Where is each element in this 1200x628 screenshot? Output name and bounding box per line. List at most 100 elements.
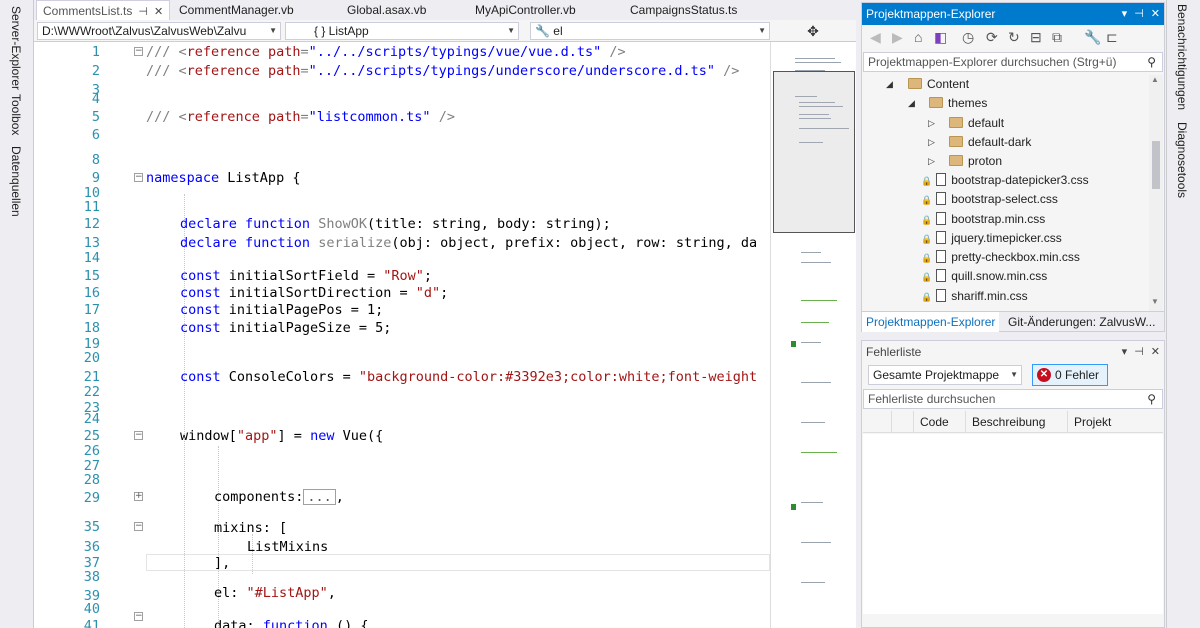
tree-item-file[interactable]: 🔒 quill.snow.min.css (921, 267, 1047, 286)
minimap-viewport[interactable] (773, 71, 855, 233)
vs-icon[interactable]: ◧ (934, 29, 947, 46)
member-combo-value: el (553, 24, 563, 38)
notifications-tab[interactable]: Benachrichtigungen (1175, 4, 1189, 110)
error-scope-select[interactable]: Gesamte Projektmappe ▼ (868, 365, 1022, 385)
code-editor[interactable]: − − − + − − 1 2 3 4 5 6 8 9 10 11 12 13 … (34, 42, 770, 628)
diagnostic-tools-tab[interactable]: Diagnosetools (1175, 122, 1189, 198)
namespace-name: ListApp (227, 170, 285, 186)
line-number: 8 (91, 152, 100, 168)
tree-item-default[interactable]: ▷ default (928, 114, 1004, 133)
column-code[interactable]: Code (913, 411, 965, 433)
scroll-up-icon[interactable]: ▲ (1151, 75, 1159, 84)
line-number: 4 (91, 91, 100, 107)
fold-toggle[interactable]: − (134, 431, 143, 440)
close-icon[interactable]: ✕ (1151, 8, 1160, 20)
folder-icon (949, 117, 963, 128)
fold-toggle[interactable]: − (134, 522, 143, 531)
sync-icon[interactable]: ⟳ (986, 29, 998, 46)
pin-icon[interactable]: ⊣ (1134, 346, 1144, 358)
expand-icon[interactable]: ◢ (886, 75, 893, 94)
scope-combo[interactable]: { } ListApp ▼ (285, 22, 519, 40)
tree-item-file[interactable]: 🔒 jquery.timepicker.css (921, 229, 1062, 248)
tree-item-label: pretty-checkbox.min.css (951, 250, 1080, 264)
collapse-icon[interactable]: ▷ (928, 152, 935, 171)
code-line: declare function serialize(obj: object, … (180, 235, 758, 251)
tree-item-file[interactable]: 🔒 bootstrap-select.css (921, 190, 1058, 209)
history-icon[interactable]: ◷ (962, 29, 974, 46)
column-description[interactable]: Beschreibung (965, 411, 1067, 433)
search-icon[interactable]: ⚲ (1147, 390, 1156, 408)
properties-icon[interactable]: 🔧 (1084, 29, 1101, 46)
tab-myapicontroller[interactable]: MyApiController.vb (475, 0, 576, 20)
error-search-input[interactable]: Fehlerliste durchsuchen ⚲ (863, 389, 1163, 409)
member-combo[interactable]: 🔧 el ▼ (530, 22, 770, 40)
tree-item-themes[interactable]: ◢ themes (908, 94, 987, 113)
search-placeholder: Fehlerliste durchsuchen (868, 392, 996, 406)
code-minimap[interactable] (770, 42, 856, 628)
data-sources-tab[interactable]: Datenquellen (9, 146, 23, 217)
errors-filter-button[interactable]: ✕ 0 Fehler (1032, 364, 1109, 386)
tab-commentslist[interactable]: CommentsList.ts ⊣ ✕ (36, 0, 171, 20)
tree-item-file[interactable]: 🔒 bootstrap-datepicker3.css (921, 171, 1089, 190)
tab-solution-explorer[interactable]: Projektmappen-Explorer (862, 312, 1000, 332)
collapse-all-icon[interactable]: ⊟ (1030, 29, 1042, 46)
fold-toggle[interactable]: − (134, 47, 143, 56)
pin-icon[interactable]: ⊣ (138, 6, 148, 18)
split-window-button[interactable]: ✥ (770, 20, 856, 42)
tab-commentmanager[interactable]: CommentManager.vb (179, 0, 294, 20)
minimap-line (801, 422, 825, 423)
column-project[interactable]: Projekt (1067, 411, 1163, 433)
line-number: 20 (83, 350, 100, 366)
error-list-body (863, 434, 1163, 614)
toolbox-tab[interactable]: Toolbox (9, 94, 23, 135)
tab-global-asax[interactable]: Global.asax.vb (347, 0, 426, 20)
tree-item-content[interactable]: ◢ Content (886, 75, 969, 94)
show-all-files-icon[interactable]: ⧉ (1052, 29, 1062, 46)
fold-toggle[interactable]: − (134, 612, 143, 621)
solution-search-input[interactable]: Projektmappen-Explorer durchsuchen (Strg… (863, 52, 1163, 72)
tree-item-default-dark[interactable]: ▷ default-dark (928, 133, 1031, 152)
tree-item-label: bootstrap-select.css (951, 192, 1058, 206)
preview-icon[interactable]: ⊏ (1106, 29, 1118, 46)
tree-item-file[interactable]: 🔒 pretty-checkbox.min.css (921, 248, 1080, 267)
expand-icon[interactable]: ◢ (908, 94, 915, 113)
search-icon[interactable]: ⚲ (1147, 53, 1156, 71)
line-number: 35 (83, 519, 100, 535)
back-icon[interactable]: ◀ (870, 29, 881, 46)
mixins-end: ], (214, 555, 231, 571)
lock-icon: 🔒 (921, 195, 933, 205)
fold-toggle[interactable]: − (134, 173, 143, 182)
tree-item-label: shariff.min.css (951, 289, 1028, 303)
close-icon[interactable]: ✕ (154, 6, 163, 18)
collapse-icon[interactable]: ▷ (928, 114, 935, 133)
fold-toggle[interactable]: + (134, 492, 143, 501)
const-value: "background-color:#3392e3;color:white;fo… (358, 369, 758, 385)
reference-path: "listcommon.ts" (308, 109, 431, 125)
collapsed-region[interactable]: ... (303, 489, 336, 505)
home-icon[interactable]: ⌂ (914, 29, 922, 45)
pin-icon[interactable]: ⊣ (1134, 8, 1144, 20)
tab-campaignsstatus[interactable]: CampaignsStatus.ts (630, 0, 737, 20)
tab-git-changes[interactable]: Git-Änderungen: ZalvusW... (1004, 312, 1159, 332)
chevron-down-icon[interactable]: ▾ (1122, 346, 1128, 358)
solution-explorer-toolbar: ◀ ▶ ⌂ ◧ ◷ ⟳ ↻ ⊟ ⧉ 🔧 ⊏ (862, 25, 1164, 51)
chevron-down-icon[interactable]: ▾ (1122, 8, 1128, 20)
lock-icon: 🔒 (921, 234, 933, 244)
scrollbar-thumb[interactable] (1152, 141, 1160, 189)
current-line-highlight (146, 554, 770, 571)
server-explorer-tab[interactable]: Server-Explorer (9, 6, 23, 90)
scroll-down-icon[interactable]: ▼ (1151, 297, 1159, 306)
forward-icon[interactable]: ▶ (892, 29, 903, 46)
tree-item-file[interactable]: 🔒 bootstrap.min.css (921, 210, 1045, 229)
tree-scrollbar[interactable]: ▲ ▼ (1149, 75, 1163, 311)
project-combo[interactable]: D:\WWWroot\Zalvus\ZalvusWeb\Zalvu ▼ (37, 22, 281, 40)
refresh-icon[interactable]: ↻ (1008, 29, 1020, 46)
line-number: 25 (83, 428, 100, 444)
search-placeholder: Projektmappen-Explorer durchsuchen (Strg… (868, 55, 1117, 69)
tree-item-proton[interactable]: ▷ proton (928, 152, 1002, 171)
close-icon[interactable]: ✕ (1151, 346, 1160, 358)
column-icon[interactable] (891, 411, 913, 433)
collapse-icon[interactable]: ▷ (928, 133, 935, 152)
line-number: 22 (83, 384, 100, 400)
tree-item-file[interactable]: 🔒 shariff.min.css (921, 287, 1028, 306)
